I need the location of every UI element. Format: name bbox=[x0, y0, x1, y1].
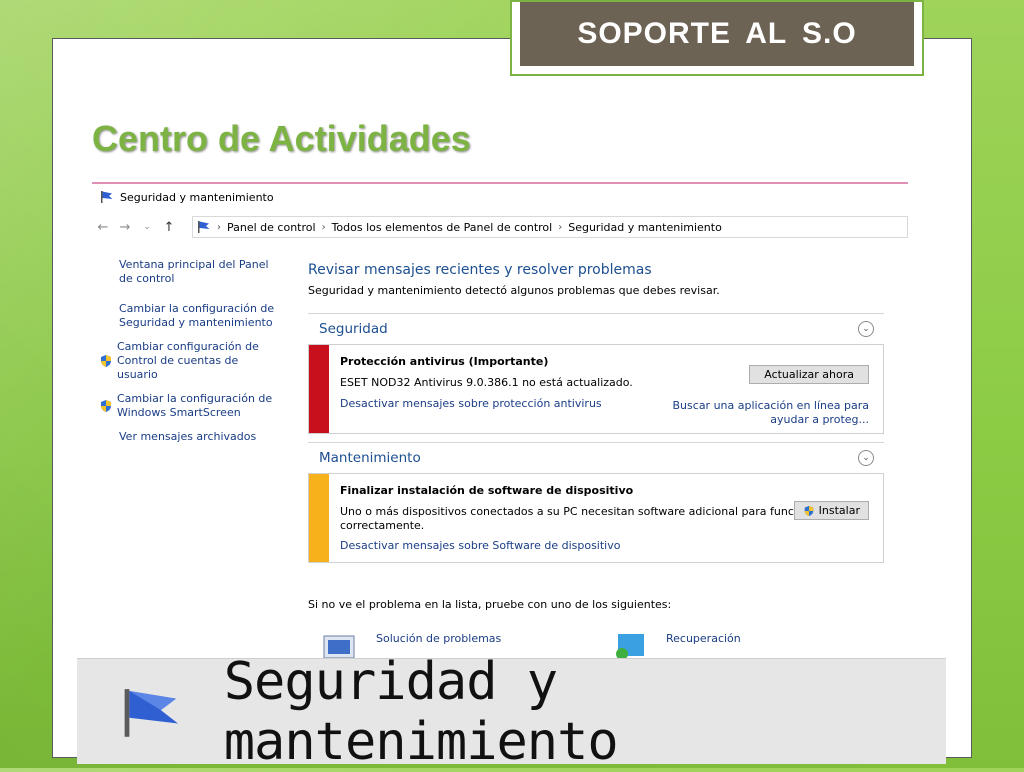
maintenance-status-bar bbox=[309, 474, 329, 562]
breadcrumb-separator-icon: › bbox=[558, 221, 563, 233]
control-panel-window: Seguridad y mantenimiento ← → ⌄ ↑ › Pane… bbox=[92, 182, 908, 660]
disable-device-messages-link[interactable]: Desactivar mensajes sobre Software de di… bbox=[340, 539, 869, 552]
breadcrumb-item-all[interactable]: Todos los elementos de Panel de control bbox=[332, 221, 553, 234]
forward-arrow-icon[interactable]: → bbox=[114, 220, 136, 235]
sidebar-item-label: Cambiar configuración de Control de cuen… bbox=[117, 340, 259, 381]
flag-icon bbox=[101, 191, 113, 203]
sidebar-item-uac[interactable]: Cambiar configuración de Control de cuen… bbox=[101, 340, 279, 382]
chevron-down-icon[interactable]: ⌄ bbox=[858, 450, 874, 466]
shield-icon bbox=[804, 505, 813, 516]
history-chevron-icon[interactable]: ⌄ bbox=[136, 222, 158, 232]
up-arrow-icon[interactable]: ↑ bbox=[158, 220, 180, 235]
breadcrumb-item-panel[interactable]: Panel de control bbox=[227, 221, 316, 234]
breadcrumb-separator-icon: › bbox=[321, 221, 326, 233]
shield-icon bbox=[101, 355, 111, 367]
security-panel: Protección antivirus (Importante) ESET N… bbox=[308, 344, 884, 434]
device-software-text-line2: correctamente. bbox=[340, 519, 425, 532]
find-app-online-link-line2: ayudar a proteg... bbox=[770, 413, 869, 426]
section-maintenance-title: Mantenimiento bbox=[319, 450, 421, 466]
banner-text: SOPORTE AL S.O bbox=[520, 2, 914, 66]
magnified-title-text: Seguridad y mantenimiento bbox=[223, 651, 619, 772]
install-button-label: Instalar bbox=[818, 504, 860, 517]
sidebar-item-smartscreen[interactable]: Cambiar la configuración de Windows Smar… bbox=[101, 392, 279, 420]
update-now-button[interactable]: Actualizar ahora bbox=[749, 365, 869, 384]
sidebar-item-main[interactable]: Ventana principal del Panel de control bbox=[119, 258, 279, 286]
address-bar[interactable]: › Panel de control › Todos los elementos… bbox=[192, 216, 908, 238]
device-software-title: Finalizar instalación de software de dis… bbox=[340, 484, 634, 497]
find-app-online-link[interactable]: Buscar una aplicación en línea para ayud… bbox=[673, 399, 869, 427]
section-security-header[interactable]: Seguridad ⌄ bbox=[308, 313, 884, 344]
sidebar-item-label: Cambiar la configuración de Seguridad y … bbox=[119, 302, 275, 329]
maintenance-panel: Finalizar instalación de software de dis… bbox=[308, 473, 884, 563]
back-arrow-icon[interactable]: ← bbox=[92, 220, 114, 235]
tool-recovery-label: Recuperación bbox=[666, 632, 741, 645]
section-security-title: Seguridad bbox=[319, 321, 388, 337]
address-flag-icon bbox=[198, 221, 210, 233]
device-software-text-line1: Uno o más dispositivos conectados a su P… bbox=[340, 505, 822, 518]
device-software-text: Uno o más dispositivos conectados a su P… bbox=[340, 505, 869, 533]
sidebar: Ventana principal del Panel de control C… bbox=[101, 258, 279, 454]
window-title-text: Seguridad y mantenimiento bbox=[120, 190, 274, 204]
navigation-bar: ← → ⌄ ↑ › Panel de control › Todos los e… bbox=[92, 216, 908, 238]
chevron-down-icon[interactable]: ⌄ bbox=[858, 321, 874, 337]
install-button[interactable]: Instalar bbox=[793, 501, 869, 520]
main-content: Revisar mensajes recientes y resolver pr… bbox=[308, 262, 884, 563]
sidebar-item-label: Ventana principal del Panel de control bbox=[119, 258, 269, 285]
banner: SOPORTE AL S.O bbox=[510, 0, 924, 76]
security-panel-body: Protección antivirus (Importante) ESET N… bbox=[340, 345, 883, 426]
breadcrumb-separator-icon: › bbox=[217, 221, 221, 233]
find-app-online-link-line1: Buscar una aplicación en línea para bbox=[672, 399, 869, 412]
shield-icon bbox=[101, 400, 111, 412]
main-heading: Revisar mensajes recientes y resolver pr… bbox=[308, 262, 652, 278]
sidebar-item-label: Cambiar la configuración de Windows Smar… bbox=[117, 392, 273, 419]
window-top-border bbox=[92, 182, 908, 184]
window-title: Seguridad y mantenimiento bbox=[100, 190, 274, 204]
maintenance-panel-body: Finalizar instalación de software de dis… bbox=[340, 474, 883, 558]
sidebar-item-label: Ver mensajes archivados bbox=[119, 430, 257, 443]
sidebar-item-archived[interactable]: Ver mensajes archivados bbox=[119, 430, 279, 444]
magnified-title-overlay: Seguridad y mantenimiento bbox=[77, 652, 946, 772]
breadcrumb-item-current[interactable]: Seguridad y mantenimiento bbox=[568, 221, 722, 234]
slide-title: Centro de Actividades bbox=[92, 118, 471, 159]
section-maintenance-header[interactable]: Mantenimiento ⌄ bbox=[308, 442, 884, 473]
sidebar-item-security-settings[interactable]: Cambiar la configuración de Seguridad y … bbox=[119, 302, 279, 330]
bottom-hint-text: Si no ve el problema en la lista, pruebe… bbox=[308, 598, 672, 611]
tool-troubleshooting-label: Solución de problemas bbox=[376, 632, 502, 645]
flag-icon bbox=[124, 688, 179, 737]
main-subheading: Seguridad y mantenimiento detectó alguno… bbox=[308, 284, 720, 297]
security-status-bar bbox=[309, 345, 329, 433]
